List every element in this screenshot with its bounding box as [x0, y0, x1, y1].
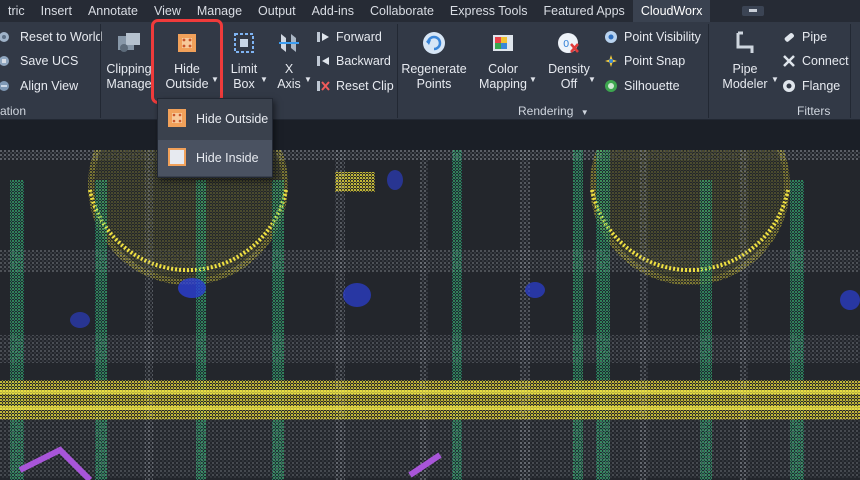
save-ucs-icon — [0, 54, 14, 68]
flange-button[interactable]: Flange — [782, 76, 840, 96]
menu-item-hide-outside-label: Hide Outside — [196, 112, 269, 126]
pipe-button[interactable]: Pipe — [782, 27, 827, 47]
menu-item-hide-inside-label: Hide Inside — [196, 151, 259, 165]
regenerate-points-label-1: Regenerate — [401, 62, 467, 76]
hide-clip-dropdown-menu: Hide Outside Hide Inside — [157, 98, 273, 178]
hide-outside-icon — [166, 107, 188, 132]
ucs-world-icon — [0, 30, 14, 44]
limit-box-button[interactable]: Limit Box — [226, 30, 262, 92]
reset-to-world-label: Reset to World — [20, 30, 103, 44]
forward-label: Forward — [336, 30, 382, 44]
color-mapping-label-1: Color — [488, 62, 518, 76]
limit-box-icon — [231, 30, 257, 56]
limit-box-label-2: Box — [233, 77, 255, 91]
color-mapping-label-2: Mapping — [479, 77, 527, 91]
backward-icon — [316, 54, 330, 68]
backward-button[interactable]: Backward — [316, 51, 391, 71]
limit-box-label-1: Limit — [230, 62, 258, 76]
align-view-label: Align View — [20, 79, 79, 93]
align-view-button[interactable]: Align View — [0, 76, 78, 96]
color-mapping-dropdown-arrow-icon[interactable]: ▼ — [529, 75, 537, 84]
tab-output[interactable]: Output — [250, 0, 304, 22]
point-cloud-drawing — [0, 150, 860, 480]
point-snap-icon — [604, 54, 618, 68]
pipe-modeler-button[interactable]: Pipe Modeler — [716, 30, 774, 92]
regenerate-points-label-2: Points — [416, 77, 452, 91]
pipe-modeler-icon — [732, 30, 758, 56]
hide-outside-highlight — [151, 19, 223, 104]
menu-item-hide-inside[interactable]: Hide Inside — [158, 140, 272, 176]
connect-icon — [782, 54, 796, 68]
connect-label: Connect — [802, 54, 849, 68]
tab-annotate[interactable]: Annotate — [80, 0, 146, 22]
point-visibility-icon — [604, 30, 618, 44]
limit-box-dropdown-arrow-icon[interactable]: ▼ — [260, 75, 268, 84]
point-snap-button[interactable]: Point Snap — [604, 51, 685, 71]
clipping-manager-button[interactable]: Clipping Manage — [104, 30, 154, 92]
tab-add-ins[interactable]: Add-ins — [304, 0, 362, 22]
align-view-icon — [0, 79, 14, 93]
pipe-modeler-dropdown-arrow-icon[interactable]: ▼ — [771, 75, 779, 84]
panel-separator — [100, 24, 101, 118]
flange-label: Flange — [802, 79, 841, 93]
hide-inside-icon — [166, 146, 188, 171]
reset-to-world-button[interactable]: Reset to World — [0, 27, 102, 47]
ribbon-tab-bar: tric Insert Annotate View Manage Output … — [0, 0, 860, 22]
connect-button[interactable]: Connect — [782, 51, 849, 71]
density-dropdown-arrow-icon[interactable]: ▼ — [588, 75, 596, 84]
x-axis-icon — [276, 30, 302, 56]
point-snap-label: Point Snap — [624, 54, 686, 68]
point-visibility-label: Point Visibility — [624, 30, 701, 44]
tab-electric[interactable]: tric — [0, 0, 33, 22]
rendering-panel-title[interactable]: Rendering ▼ — [518, 102, 589, 120]
ribbon-minimize-icon[interactable] — [742, 6, 764, 16]
reset-clip-icon — [316, 79, 330, 93]
reset-clip-label: Reset Clip — [336, 79, 394, 93]
tab-collaborate[interactable]: Collaborate — [362, 0, 442, 22]
reset-clip-button[interactable]: Reset Clip — [316, 76, 394, 96]
clipping-manager-icon — [116, 30, 142, 56]
regenerate-points-button[interactable]: Regenerate Points — [400, 30, 468, 92]
silhouette-button[interactable]: Silhouette — [604, 76, 680, 96]
regenerate-points-icon — [421, 30, 447, 56]
clipping-manager-label-1: Clipping — [106, 62, 152, 76]
panel-separator — [397, 24, 398, 118]
rendering-panel-label: Rendering — [518, 104, 574, 118]
backward-label: Backward — [336, 54, 391, 68]
menu-item-hide-outside[interactable]: Hide Outside — [158, 101, 272, 137]
silhouette-icon — [604, 79, 618, 93]
forward-button[interactable]: Forward — [316, 27, 382, 47]
rendering-panel-expand-icon[interactable]: ▼ — [581, 108, 589, 117]
tab-cloudworx[interactable]: CloudWorx — [632, 0, 711, 22]
fitters-panel-title: Fitters — [797, 104, 831, 118]
pipe-icon — [782, 30, 796, 44]
save-ucs-button[interactable]: Save UCS — [0, 51, 78, 71]
density-off-icon: 0 — [556, 30, 582, 56]
point-cloud-viewport[interactable] — [0, 150, 860, 480]
tab-insert[interactable]: Insert — [33, 0, 80, 22]
color-mapping-button[interactable]: Color Mapping — [474, 30, 532, 92]
ucs-panel-title: ation — [0, 104, 27, 118]
panel-separator — [850, 24, 851, 118]
pipe-modeler-label-1: Pipe — [732, 62, 758, 76]
tab-featured-apps[interactable]: Featured Apps — [536, 0, 633, 22]
tab-express-tools[interactable]: Express Tools — [442, 0, 536, 22]
clipping-manager-label-2: Manage — [106, 77, 152, 91]
pipe-label: Pipe — [802, 30, 828, 44]
x-axis-dropdown-arrow-icon[interactable]: ▼ — [304, 75, 312, 84]
save-ucs-label: Save UCS — [20, 54, 79, 68]
x-axis-button[interactable]: X Axis — [274, 30, 304, 92]
point-visibility-button[interactable]: Point Visibility — [604, 27, 701, 47]
x-axis-label-1: X — [284, 62, 294, 76]
svg-text:0: 0 — [563, 39, 569, 50]
flange-icon — [782, 79, 796, 93]
color-mapping-icon — [490, 30, 516, 56]
panel-separator — [708, 24, 709, 118]
x-axis-label-2: Axis — [277, 77, 301, 91]
forward-icon — [316, 30, 330, 44]
pipe-modeler-label-2: Modeler — [722, 77, 768, 91]
silhouette-label: Silhouette — [624, 79, 680, 93]
